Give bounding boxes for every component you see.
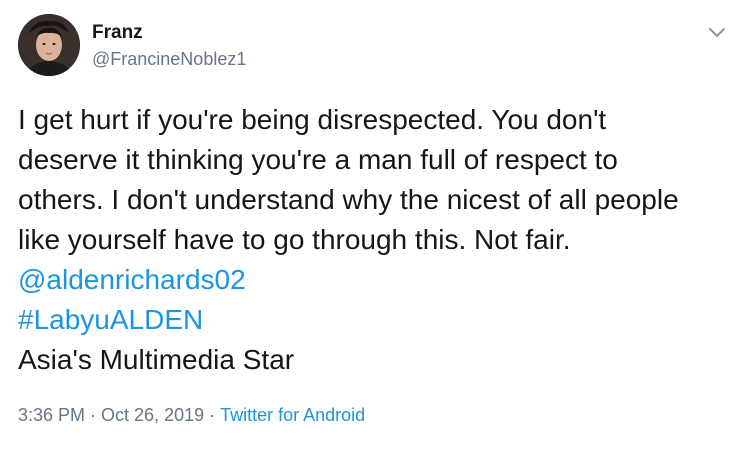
tweet-text-line: like yourself have to go through this. N…	[18, 224, 571, 255]
meta-separator: ·	[209, 405, 216, 425]
tweet-text-line: I get hurt if you're being disrespected.…	[18, 104, 607, 135]
chevron-down-icon[interactable]	[705, 22, 729, 44]
tweet-time[interactable]: 3:36 PM	[18, 405, 85, 425]
tweet-text: I get hurt if you're being disrespected.…	[18, 100, 738, 380]
avatar[interactable]	[18, 14, 80, 76]
tweet-text-line: others. I don't understand why the nices…	[18, 184, 679, 215]
mention-link[interactable]: @aldenrichards02	[18, 260, 738, 300]
author-name[interactable]: Franz	[92, 22, 143, 44]
meta-separator: ·	[90, 405, 97, 425]
tweet-tagline: Asia's Multimedia Star	[18, 344, 295, 375]
tweet-date[interactable]: Oct 26, 2019	[101, 405, 204, 425]
tweet-meta: 3:36 PM · Oct 26, 2019 · Twitter for Android	[18, 405, 365, 426]
tweet-source-link[interactable]: Twitter for Android	[220, 405, 365, 425]
hashtag-link[interactable]: #LabyuALDEN	[18, 300, 738, 340]
tweet-card: Franz @FrancineNoblez1 I get hurt if you…	[0, 0, 750, 450]
author-handle[interactable]: @FrancineNoblez1	[92, 49, 246, 70]
tweet-text-line: deserve it thinking you're a man full of…	[18, 144, 618, 175]
avatar-photo	[18, 14, 80, 76]
